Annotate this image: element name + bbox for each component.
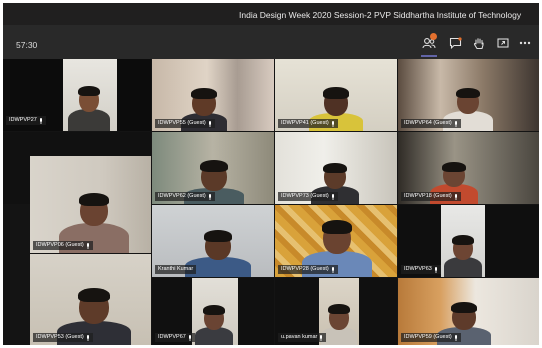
video-tile[interactable]: IDWPVP06 (Guest)	[30, 156, 151, 253]
mic-icon	[188, 334, 192, 341]
participant-name-label: IDWPVP63	[401, 265, 441, 274]
meeting-toolbar: 57:30	[3, 25, 539, 59]
video-tile[interactable]: IDWPVP67	[152, 278, 274, 345]
participant-name-label: u.pavan kumar	[278, 333, 327, 342]
mic-icon	[86, 334, 90, 341]
participant-name-label: IDWPVP28 (Guest)	[278, 265, 338, 274]
mic-icon	[331, 193, 335, 200]
mic-icon	[434, 266, 438, 273]
video-tile[interactable]: IDWPVP28 (Guest)	[275, 205, 397, 277]
participant-name-label: IDWPVP67	[155, 333, 195, 342]
chat-button[interactable]	[442, 31, 468, 55]
video-tile[interactable]: u.pavan kumar	[275, 278, 397, 345]
participant-name-label: IDWPVP06 (Guest)	[33, 241, 93, 250]
participant-name-label: IDWPVP59 (Guest)	[401, 333, 461, 342]
raise-hand-button[interactable]	[466, 31, 492, 55]
share-screen-icon	[497, 37, 509, 48]
mic-icon	[454, 193, 458, 200]
video-tile[interactable]: IDWPVP64 (Guest)	[398, 59, 539, 131]
participant-name-label: IDWPVP41 (Guest)	[278, 119, 338, 128]
more-options-button[interactable]	[512, 31, 538, 55]
participant-name-label: IDWPVP73 (Guest)	[278, 192, 338, 201]
video-tile[interactable]: IDWPVP53 (Guest)	[30, 254, 151, 345]
mic-icon	[454, 120, 458, 127]
mic-icon	[208, 193, 212, 200]
participant-name-label: IDWPVP27	[6, 116, 46, 125]
participant-name-label: IDWPVP55 (Guest)	[155, 119, 215, 128]
participant-name-label: IDWPVP64 (Guest)	[401, 119, 461, 128]
chat-icon	[449, 37, 462, 49]
raise-hand-icon	[473, 37, 484, 49]
video-tile[interactable]: IDWPVP59 (Guest)	[398, 278, 539, 345]
video-tile[interactable]: IDWPVP73 (Guest)	[275, 132, 397, 204]
more-options-icon	[519, 41, 531, 45]
video-tile[interactable]: IDWPVP62 (Guest)	[152, 132, 274, 204]
mic-icon	[86, 242, 90, 249]
mic-icon	[39, 117, 43, 124]
participant-name-label: Kranthi Kumar	[155, 265, 197, 274]
video-tile[interactable]: IDWPVP18 (Guest)	[398, 132, 539, 204]
meeting-window: India Design Week 2020 Session-2 PVP Sid…	[3, 3, 539, 345]
video-tile[interactable]: IDWPVP41 (Guest)	[275, 59, 397, 131]
video-tile[interactable]: IDWPVP55 (Guest)	[152, 59, 274, 131]
video-tile[interactable]: IDWPVP27	[3, 59, 151, 131]
video-gallery: IDWPVP27 IDWPVP55 (Guest) IDWPVP41 (Gues…	[3, 59, 539, 345]
meeting-timer: 57:30	[16, 40, 38, 50]
title-bar: India Design Week 2020 Session-2 PVP Sid…	[3, 3, 539, 25]
participant-name-label: IDWPVP62 (Guest)	[155, 192, 215, 201]
participant-name-label: IDWPVP53 (Guest)	[33, 333, 93, 342]
participants-button[interactable]	[416, 31, 442, 57]
mic-icon	[454, 334, 458, 341]
mic-icon	[208, 120, 212, 127]
video-tile[interactable]: Kranthi Kumar	[152, 205, 274, 277]
mic-icon	[319, 334, 323, 341]
meeting-title: India Design Week 2020 Session-2 PVP Sid…	[239, 10, 522, 20]
mic-icon	[331, 266, 335, 273]
participant-name-label: IDWPVP18 (Guest)	[401, 192, 461, 201]
participants-badge	[430, 33, 437, 40]
video-tile[interactable]: IDWPVP63	[398, 205, 539, 277]
mic-icon	[331, 120, 335, 127]
